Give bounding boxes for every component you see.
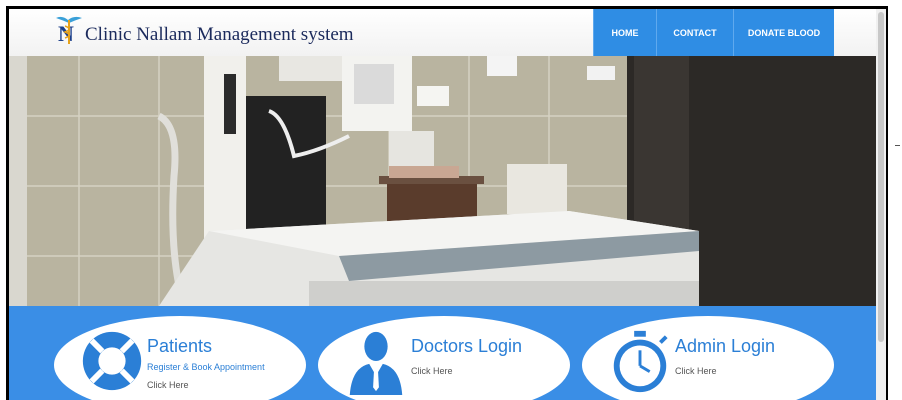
hero-illustration: [9, 56, 876, 306]
patients-title[interactable]: Patients: [147, 336, 212, 357]
nav-home[interactable]: HOME: [593, 9, 656, 56]
patients-subtitle[interactable]: Register & Book Appointment: [147, 362, 265, 372]
lifebuoy-icon: [82, 331, 142, 391]
svg-text:N: N: [58, 21, 74, 46]
top-nav: HOME CONTACT DONATE BLOOD: [593, 9, 834, 56]
doctors-click-here-link[interactable]: Click Here: [411, 366, 453, 376]
edge-marker: [895, 145, 900, 146]
admin-click-here-link[interactable]: Click Here: [675, 366, 717, 376]
nav-contact[interactable]: CONTACT: [656, 9, 733, 56]
scrollbar-thumb[interactable]: [878, 12, 884, 342]
site-header: N Clinic Nallam Management system HOME C…: [9, 9, 876, 56]
stopwatch-icon: [613, 330, 668, 393]
hero-x-ray-room-photo: [9, 56, 876, 306]
doctors-login-card[interactable]: Doctors Login Click Here: [318, 316, 570, 400]
nav-donate-blood[interactable]: DONATE BLOOD: [733, 9, 834, 56]
patients-click-here-link[interactable]: Click Here: [147, 380, 189, 390]
admin-login-card[interactable]: Admin Login Click Here: [582, 316, 834, 400]
admin-login-title[interactable]: Admin Login: [675, 336, 775, 357]
login-options-panel: Patients Register & Book Appointment Cli…: [9, 306, 876, 400]
site-brand-title[interactable]: Clinic Nallam Management system: [85, 24, 354, 46]
patients-card[interactable]: Patients Register & Book Appointment Cli…: [54, 316, 306, 400]
vertical-scrollbar[interactable]: [876, 9, 886, 400]
doctors-login-title[interactable]: Doctors Login: [411, 336, 522, 357]
doctor-icon: [349, 331, 403, 395]
page-viewport: N Clinic Nallam Management system HOME C…: [9, 9, 876, 400]
caduceus-n-logo-icon[interactable]: N: [54, 14, 84, 46]
